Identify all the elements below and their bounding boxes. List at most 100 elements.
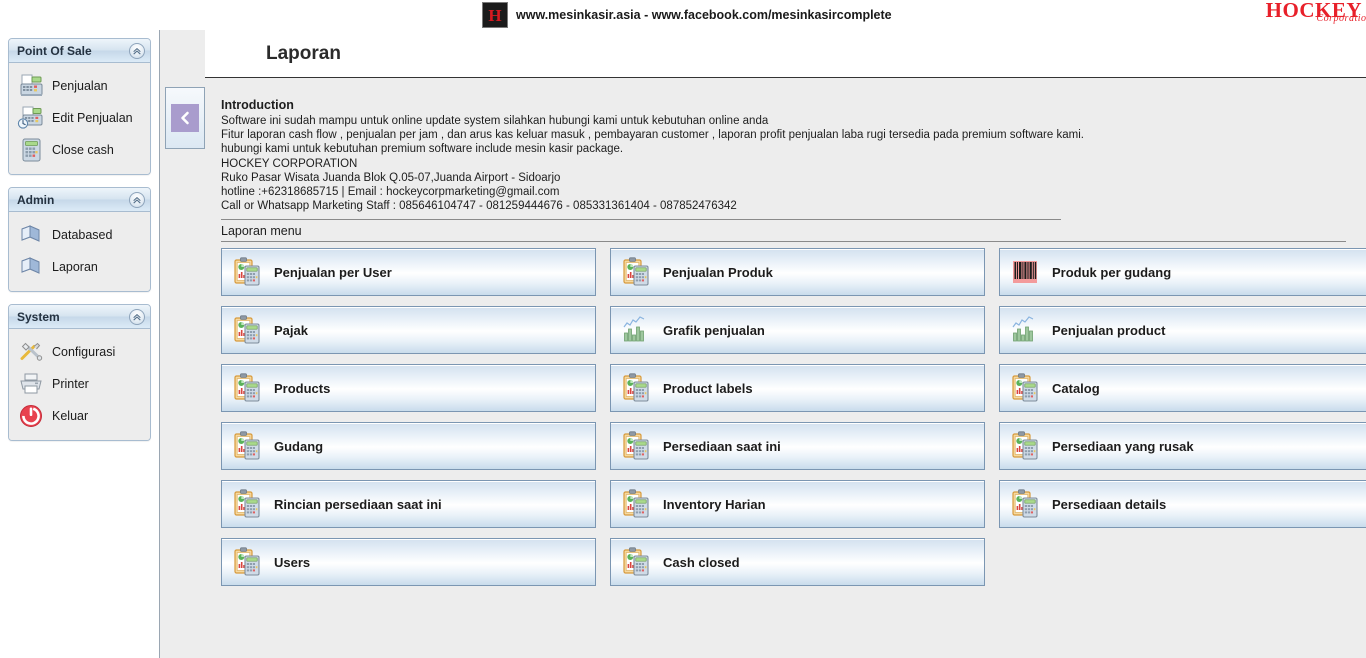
report-clipboard-icon bbox=[232, 430, 262, 462]
panel-title-admin: Admin bbox=[17, 192, 55, 207]
introduction-heading: Introduction bbox=[221, 98, 294, 112]
tile-label: Penjualan per User bbox=[274, 264, 392, 280]
power-icon bbox=[17, 403, 45, 429]
report-clipboard-icon bbox=[232, 546, 262, 578]
company-hotline-email: hotline :+62318685715 | Email : hockeyco… bbox=[221, 186, 560, 199]
sidebar-item-label: Penjualan bbox=[52, 79, 108, 93]
sidebar-item-penjualan[interactable]: Penjualan bbox=[15, 70, 144, 102]
tile-label: Catalog bbox=[1052, 380, 1100, 396]
tile-penjualan-produk[interactable]: Penjualan Produk bbox=[610, 248, 985, 296]
laporan-menu-divider bbox=[221, 241, 1346, 242]
introduction-divider bbox=[221, 219, 1061, 221]
sidebar-item-label: Laporan bbox=[52, 260, 98, 274]
sidebar-item-laporan[interactable]: Laporan bbox=[15, 251, 144, 283]
tile-persediaan-yang-rusak[interactable]: Persediaan yang rusak bbox=[999, 422, 1366, 470]
introduction-line: Fitur laporan cash flow , penjualan per … bbox=[221, 129, 1084, 142]
sidebar-item-edit-penjualan[interactable]: Edit Penjualan bbox=[15, 102, 144, 134]
tile-inventory-harian[interactable]: Inventory Harian bbox=[610, 480, 985, 528]
sidebar-item-close-cash[interactable]: Close cash bbox=[15, 134, 144, 166]
sidebar-item-label: Close cash bbox=[52, 143, 114, 157]
tile-label: Penjualan Produk bbox=[663, 264, 773, 280]
panel-body-system: Configurasi Printer Keluar bbox=[9, 329, 150, 440]
tile-label: Inventory Harian bbox=[663, 496, 766, 512]
panel-title-system: System bbox=[17, 309, 60, 324]
content-area: Laporan Introduction Software ini sudah … bbox=[160, 30, 1366, 658]
tile-users[interactable]: Users bbox=[221, 538, 596, 586]
tile-produk-per-gudang[interactable]: Produk per gudang bbox=[999, 248, 1366, 296]
tile-label: Users bbox=[274, 554, 311, 570]
chevron-up-icon[interactable] bbox=[129, 42, 145, 59]
tile-products[interactable]: Products bbox=[221, 364, 596, 412]
report-menu-grid: Penjualan per User Penjualan Produk Prod… bbox=[221, 248, 1366, 586]
calculator-icon bbox=[17, 137, 45, 163]
book-icon bbox=[17, 222, 45, 248]
tile-persediaan-details[interactable]: Persediaan details bbox=[999, 480, 1366, 528]
tile-label: Pajak bbox=[274, 322, 308, 338]
h-monogram-letter: H bbox=[488, 5, 502, 25]
report-clipboard-icon bbox=[621, 256, 651, 288]
tile-label: Product labels bbox=[663, 380, 753, 396]
report-clipboard-icon bbox=[621, 546, 651, 578]
report-clipboard-icon bbox=[1010, 430, 1040, 462]
chart-icon bbox=[1010, 314, 1040, 346]
sidebar-collapse-button[interactable] bbox=[165, 87, 205, 149]
sidebar-item-keluar[interactable]: Keluar bbox=[15, 400, 144, 432]
company-name: HOCKEY CORPORATION bbox=[221, 157, 358, 170]
top-bar-branding: H www.mesinkasir.asia - www.facebook.com… bbox=[482, 2, 892, 28]
tile-product-labels[interactable]: Product labels bbox=[610, 364, 985, 412]
tile-label: Cash closed bbox=[663, 554, 740, 570]
introduction-block: Introduction Software ini sudah mampu un… bbox=[221, 98, 1351, 221]
tile-cash-closed[interactable]: Cash closed bbox=[610, 538, 985, 586]
chevron-up-icon[interactable] bbox=[129, 308, 145, 325]
chart-icon bbox=[621, 314, 651, 346]
sidebar-panel-system: System Configurasi Printer Keluar bbox=[8, 304, 151, 441]
tile-label: Produk per gudang bbox=[1052, 264, 1172, 280]
site-url-text: www.mesinkasir.asia - www.facebook.com/m… bbox=[516, 8, 892, 22]
barcode-icon bbox=[1010, 256, 1040, 288]
sidebar-panel-point-of-sale: Point Of Sale Penjualan Edit Penjualan C… bbox=[8, 38, 151, 175]
tile-rincian-persediaan-saat-ini[interactable]: Rincian persediaan saat ini bbox=[221, 480, 596, 528]
tile-label: Gudang bbox=[274, 438, 324, 454]
tile-penjualan-per-user[interactable]: Penjualan per User bbox=[221, 248, 596, 296]
tile-catalog[interactable]: Catalog bbox=[999, 364, 1366, 412]
tile-label: Rincian persediaan saat ini bbox=[274, 496, 442, 512]
tools-icon bbox=[17, 339, 45, 365]
chevron-up-icon[interactable] bbox=[129, 191, 145, 208]
tile-label: Persediaan details bbox=[1052, 496, 1167, 512]
tile-gudang[interactable]: Gudang bbox=[221, 422, 596, 470]
sidebar-item-configurasi[interactable]: Configurasi bbox=[15, 336, 144, 368]
sidebar-item-label: Databased bbox=[52, 228, 113, 242]
tile-grafik-penjualan[interactable]: Grafik penjualan bbox=[610, 306, 985, 354]
report-clipboard-icon bbox=[232, 314, 262, 346]
sidebar-item-printer[interactable]: Printer bbox=[15, 368, 144, 400]
panel-header-point-of-sale[interactable]: Point Of Sale bbox=[9, 39, 150, 63]
sidebar-item-label: Keluar bbox=[52, 409, 89, 423]
cash-register-clock-icon bbox=[17, 105, 45, 131]
panel-header-admin[interactable]: Admin bbox=[9, 188, 150, 212]
tile-persediaan-saat-ini[interactable]: Persediaan saat ini bbox=[610, 422, 985, 470]
introduction-line: Software ini sudah mampu untuk online up… bbox=[221, 115, 769, 127]
panel-body-point-of-sale: Penjualan Edit Penjualan Close cash bbox=[9, 63, 150, 174]
tile-label: Products bbox=[274, 380, 331, 396]
report-clipboard-icon bbox=[621, 488, 651, 520]
tile-label: Persediaan yang rusak bbox=[1052, 438, 1194, 454]
panel-body-admin: Databased Laporan bbox=[9, 212, 150, 291]
sidebar-panel-admin: Admin Databased Laporan bbox=[8, 187, 151, 292]
introduction-line: hubungi kami untuk kebutuhan premium sof… bbox=[221, 143, 624, 156]
chevron-left-icon bbox=[171, 104, 199, 132]
top-bar: H www.mesinkasir.asia - www.facebook.com… bbox=[0, 0, 1366, 30]
page-title-bar: Laporan bbox=[205, 30, 1366, 78]
report-clipboard-icon bbox=[621, 430, 651, 462]
panel-title-point-of-sale: Point Of Sale bbox=[17, 43, 92, 58]
report-clipboard-icon bbox=[621, 372, 651, 404]
cash-register-icon bbox=[17, 73, 45, 99]
report-clipboard-icon bbox=[1010, 488, 1040, 520]
panel-header-system[interactable]: System bbox=[9, 305, 150, 329]
laporan-menu-label: Laporan menu bbox=[221, 224, 302, 238]
tile-label: Penjualan product bbox=[1052, 322, 1166, 338]
hockey-logo: HOCKEY Corporation bbox=[1240, 0, 1366, 30]
tile-penjualan-product[interactable]: Penjualan product bbox=[999, 306, 1366, 354]
company-marketing-contacts: Call or Whatsapp Marketing Staff : 08564… bbox=[221, 200, 737, 213]
tile-pajak[interactable]: Pajak bbox=[221, 306, 596, 354]
sidebar-item-databased[interactable]: Databased bbox=[15, 219, 144, 251]
